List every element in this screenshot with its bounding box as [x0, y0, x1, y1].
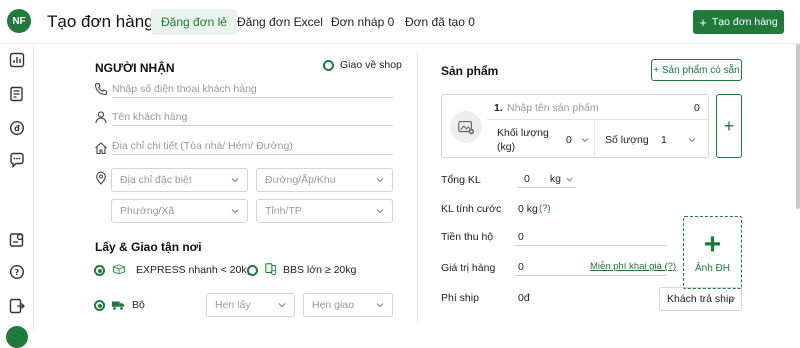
chevron-down-icon — [376, 178, 384, 183]
chat-icon[interactable] — [9, 152, 25, 169]
ship-fee-label: Phí ship — [441, 292, 479, 304]
section-divider — [417, 52, 418, 322]
chevron-down-icon — [231, 178, 239, 183]
chevron-down-icon — [376, 303, 384, 308]
product-col-divider — [594, 121, 595, 157]
tab-draft-orders[interactable]: Đơn nháp 0 — [321, 9, 404, 35]
tab-created-orders[interactable]: Đơn đã tạo 0 — [395, 9, 485, 35]
bbs-label: BBS lớn ≥ 20kg — [283, 264, 357, 276]
ward-select[interactable]: Phường/Xã — [111, 199, 248, 223]
cod-label: Tiền thu hộ — [441, 231, 494, 243]
chart-icon[interactable] — [9, 52, 25, 68]
bbs-radio[interactable] — [247, 265, 258, 276]
help-icon[interactable]: ? — [9, 264, 25, 280]
top-bar: NF Tạo đơn hàng Đăng đơn lẻ Đăng đơn Exc… — [0, 0, 800, 44]
total-weight-unit: kg — [549, 172, 561, 185]
sidebar: đ ? — [0, 44, 34, 348]
order-photo-label: Ảnh ĐH — [694, 263, 730, 274]
phone-input[interactable]: Nhập số điện thoại khách hàng — [112, 80, 393, 98]
order-photo-upload[interactable]: + Ảnh ĐH — [683, 216, 742, 289]
add-product-button[interactable]: + — [716, 94, 742, 158]
ship-fee-value: 0đ — [518, 292, 530, 304]
ship-payer-value: Khách trả ship — [667, 293, 735, 305]
province-placeholder: Tỉnh/TP — [265, 205, 302, 217]
total-weight-value: 0 — [524, 172, 530, 185]
pickup-title: Lấy & Giao tận nơi — [95, 240, 202, 254]
quantity-value[interactable]: 1 — [661, 134, 667, 146]
total-weight-select[interactable]: 0 kg — [518, 170, 576, 188]
province-select[interactable]: Tỉnh/TP — [256, 199, 393, 223]
chevron-down-icon — [566, 177, 573, 182]
create-order-button[interactable]: + Tạo đơn hàng — [693, 10, 784, 34]
avatar[interactable]: NF — [7, 9, 31, 33]
phone-icon — [94, 82, 108, 96]
road-label: Bộ — [132, 299, 145, 311]
user-icon — [94, 110, 108, 124]
product-row-divider — [487, 119, 709, 120]
street-select[interactable]: Đường/Ấp/Khu — [256, 168, 393, 192]
charged-weight-help[interactable]: (?) — [539, 203, 551, 214]
export-icon[interactable] — [9, 298, 25, 314]
cod-input[interactable]: 0 — [515, 228, 667, 246]
delivery-time-select[interactable]: Hẹn giao — [303, 293, 393, 317]
chevron-down-icon — [231, 209, 239, 214]
quantity-label: Số lượng — [605, 134, 649, 146]
product-title: Sản phẩm — [441, 64, 499, 78]
pickup-time-select[interactable]: Hẹn lấy — [206, 293, 295, 317]
scrollbar[interactable] — [796, 44, 800, 209]
plus-icon: + — [703, 228, 722, 261]
coin-icon[interactable]: đ — [9, 120, 25, 136]
bbs-box-icon — [264, 262, 280, 278]
ship-to-shop-label: Giao về shop — [340, 59, 402, 71]
street-placeholder: Đường/Ấp/Khu — [265, 174, 336, 186]
customer-name-input[interactable]: Tên khách hàng — [112, 108, 393, 126]
tab-single-order[interactable]: Đăng đơn lẻ — [151, 9, 237, 35]
ship-to-shop-radio[interactable] — [323, 60, 334, 71]
svg-text:?: ? — [15, 268, 20, 277]
chevron-down-icon — [278, 303, 286, 308]
product-name-input[interactable]: Nhập tên sản phẩm — [507, 102, 599, 114]
plus-icon: + — [699, 14, 707, 30]
home-icon — [94, 141, 108, 155]
cod-value: 0 — [518, 230, 524, 243]
total-weight-label: Tổng KL — [441, 174, 481, 186]
charged-weight-label: KL tính cước — [441, 203, 502, 215]
image-upload-icon[interactable] — [450, 111, 482, 143]
chevron-down-icon[interactable] — [687, 135, 697, 145]
sidebar-status-dot — [6, 326, 28, 348]
chevron-down-icon[interactable] — [580, 135, 590, 145]
express-radio[interactable] — [94, 265, 105, 276]
address-input[interactable]: Địa chỉ chi tiết (Tòa nhà/ Hẻm/ Đường) — [112, 137, 393, 155]
location-pin-icon — [94, 171, 108, 185]
receiver-title: NGƯỜI NHẬN — [95, 61, 175, 75]
special-address-select[interactable]: Địa chỉ đặc biệt — [111, 168, 248, 192]
document-edit-icon[interactable] — [9, 86, 25, 102]
charged-weight-value: 0 kg — [518, 203, 538, 215]
ship-payer-select[interactable]: Khách trả ship — [659, 287, 742, 311]
goods-value: 0 — [518, 260, 524, 273]
chevron-down-icon — [728, 297, 736, 302]
product-amount[interactable]: 0 — [694, 102, 700, 114]
ward-placeholder: Phường/Xã — [120, 205, 175, 217]
tab-excel-order[interactable]: Đăng đơn Excel — [227, 9, 333, 35]
truck-icon — [111, 298, 127, 312]
pickup-time-placeholder: Hẹn lấy — [215, 299, 251, 311]
box-search-icon[interactable] — [9, 232, 25, 248]
product-row-index: 1. — [494, 102, 503, 114]
weight-value[interactable]: 0 — [566, 134, 572, 146]
available-products-button[interactable]: + Sản phẩm có sẵn — [651, 59, 742, 81]
svg-text:đ: đ — [14, 124, 20, 133]
page-title: Tạo đơn hàng — [47, 12, 154, 31]
create-order-label: Tạo đơn hàng — [711, 16, 778, 28]
weight-label: Khối lượng (kg) — [497, 127, 549, 153]
express-truck-icon — [112, 262, 132, 278]
special-address-placeholder: Địa chỉ đặc biệt — [120, 174, 192, 186]
product-row: 1. Nhập tên sản phẩm 0 Khối lượng (kg) 0… — [441, 94, 709, 158]
goods-value-label: Giá trị hàng — [441, 262, 496, 274]
road-radio[interactable] — [94, 300, 105, 311]
free-declare-link[interactable]: Miễn phí khai giá (?) — [590, 261, 676, 272]
chevron-down-icon — [376, 209, 384, 214]
express-label: EXPRESS nhanh < 20kg — [136, 264, 253, 276]
delivery-time-placeholder: Hẹn giao — [312, 299, 355, 311]
